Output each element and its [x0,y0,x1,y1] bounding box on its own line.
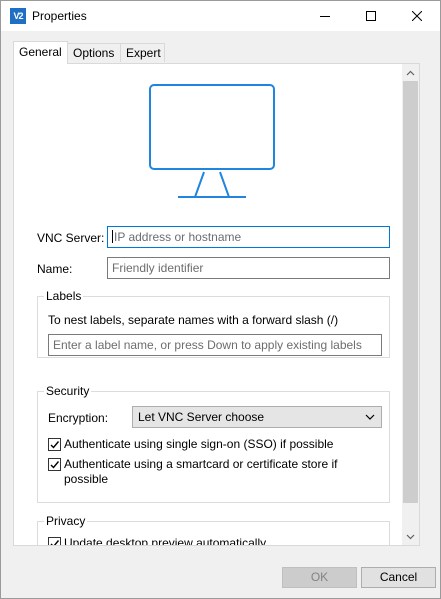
general-scroll-area: VNC Server: IP address or hostname Name:… [14,64,402,545]
sso-checkbox-row[interactable]: Authenticate using single sign-on (SSO) … [48,437,383,452]
minimize-button[interactable] [302,1,348,31]
vnc-app-icon: V2 [10,8,26,24]
scroll-down-button[interactable] [402,528,419,545]
ok-button[interactable]: OK [282,567,357,588]
vertical-scrollbar[interactable] [402,64,419,545]
maximize-button[interactable] [348,1,394,31]
chevron-down-icon [365,414,375,420]
scroll-up-button[interactable] [402,64,419,81]
properties-window: V2 Properties General Options Expert VNC… [0,0,441,599]
sso-checkbox[interactable] [48,438,61,451]
tab-options[interactable]: Options [67,43,121,62]
tab-general[interactable]: General [13,41,68,64]
labels-input[interactable]: Enter a label name, or press Down to app… [48,334,382,356]
vnc-server-input[interactable]: IP address or hostname [107,226,390,248]
maximize-icon [366,11,376,21]
encryption-select[interactable]: Let VNC Server choose [132,406,382,428]
checkmark-icon [50,441,60,449]
labels-group: Labels To nest labels, separate names wi… [37,289,390,358]
privacy-group-title: Privacy [44,514,88,528]
text-caret [112,230,113,243]
checkmark-icon [50,540,60,545]
security-group: Security Encryption: Let VNC Server choo… [37,384,390,503]
minimize-icon [320,16,330,17]
general-tab-panel: VNC Server: IP address or hostname Name:… [13,63,420,546]
vnc-server-placeholder: IP address or hostname [114,230,242,244]
labels-instruction: To nest labels, separate names with a fo… [48,313,339,327]
smartcard-checkbox[interactable] [48,458,61,471]
window-title: Properties [32,9,87,23]
sso-label: Authenticate using single sign-on (SSO) … [64,437,334,451]
cancel-button[interactable]: Cancel [361,567,436,588]
encryption-selected-value: Let VNC Server choose [138,410,265,424]
name-input[interactable]: Friendly identifier [107,257,390,279]
preview-label: Update desktop preview automatically [64,536,267,545]
close-icon [412,11,422,21]
preview-checkbox[interactable] [48,537,61,545]
vnc-server-label: VNC Server: [37,231,105,245]
tab-expert[interactable]: Expert [120,43,165,62]
security-group-title: Security [44,384,92,398]
privacy-group: Privacy Update desktop preview automatic… [37,514,390,545]
smartcard-checkbox-row[interactable]: Authenticate using a smartcard or certif… [48,457,348,487]
chevron-down-icon [406,534,415,539]
name-label: Name: [37,262,73,276]
checkmark-icon [50,461,60,469]
encryption-label: Encryption: [48,411,109,425]
scroll-thumb[interactable] [403,81,418,503]
preview-checkbox-row[interactable]: Update desktop preview automatically [48,536,383,545]
chevron-up-icon [406,70,415,75]
monitor-icon [149,84,275,198]
labels-input-placeholder: Enter a label name, or press Down to app… [53,338,362,352]
close-button[interactable] [394,1,440,31]
labels-group-title: Labels [44,289,84,303]
title-bar: V2 Properties [1,1,440,31]
name-placeholder: Friendly identifier [112,261,204,275]
smartcard-label: Authenticate using a smartcard or certif… [64,457,338,486]
